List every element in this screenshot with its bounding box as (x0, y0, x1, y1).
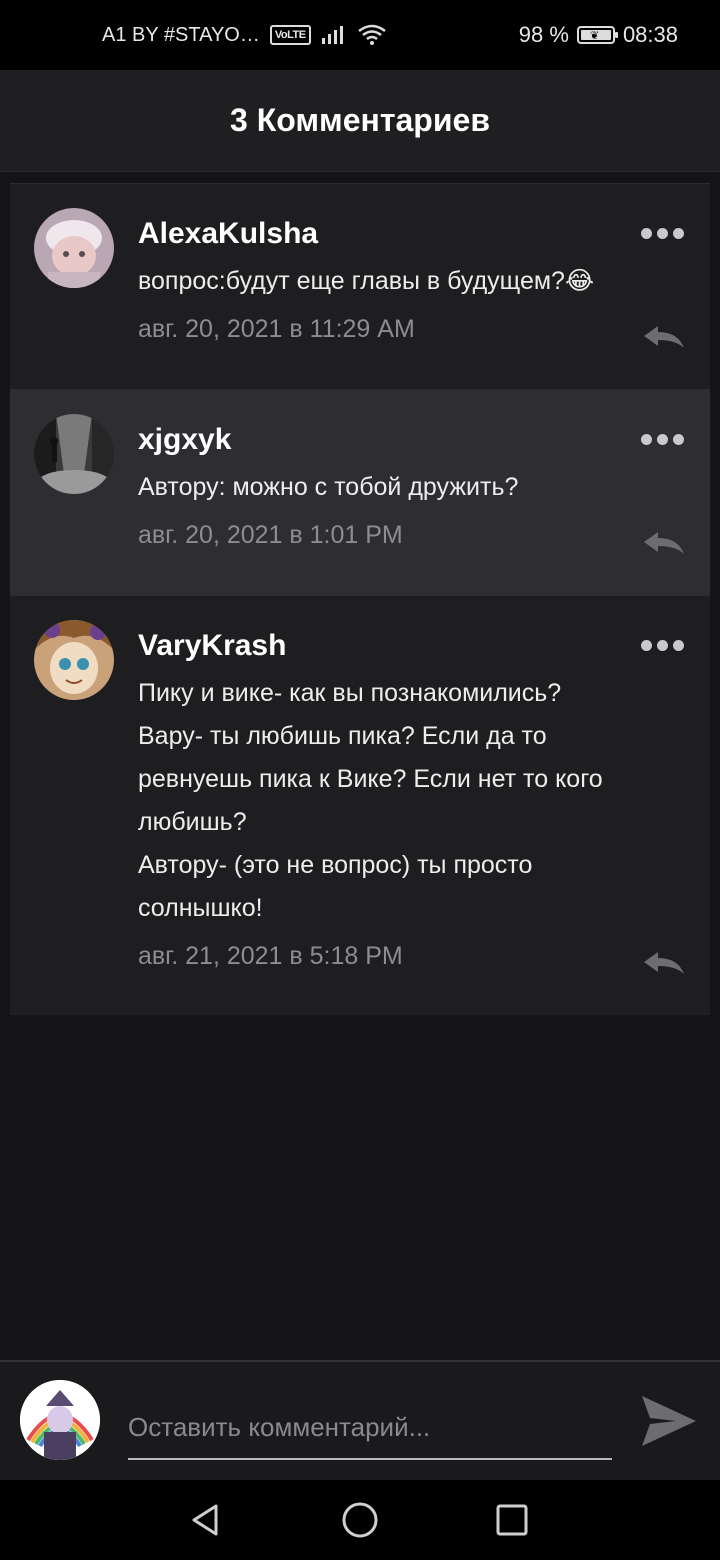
comment-text-line: солнышко! (138, 894, 263, 922)
comment-text: Автору: можно с тобой дружить? (138, 473, 519, 501)
carrier-label: A1 BY #STAYO… (102, 23, 260, 46)
nav-back-icon[interactable] (186, 1500, 226, 1540)
send-icon[interactable] (640, 1394, 698, 1448)
system-nav-bar (0, 1480, 720, 1560)
comment-item[interactable]: AlexaKulsha вопрос:будут еще главы в буд… (10, 183, 710, 389)
more-dots-icon[interactable] (641, 640, 684, 651)
clock: 08:38 (622, 22, 678, 47)
comment-list: AlexaKulsha вопрос:будут еще главы в буд… (10, 183, 710, 1015)
comment-date: авг. 21, 2021 в 5:18 PM (138, 942, 403, 970)
avatar[interactable] (34, 414, 114, 494)
comment-date: авг. 20, 2021 в 11:29 AM (138, 315, 415, 343)
volte-badge: VoLTE (269, 25, 311, 45)
reply-icon[interactable] (642, 530, 686, 556)
wifi-icon (357, 24, 386, 45)
my-avatar[interactable] (20, 1380, 100, 1460)
comments-header: 3 Комментариев (0, 70, 720, 172)
comment-text-line: Автору- (это не вопрос) ты просто (138, 851, 533, 879)
nav-recents-icon[interactable] (492, 1500, 532, 1540)
comment-text-line: Вару- ты любишь пика? Если да то (138, 722, 547, 750)
comment-text: Пику и вике- как вы познакомились? Вару-… (138, 672, 710, 930)
reply-icon[interactable] (642, 950, 686, 976)
comment-text-line: любишь? (138, 808, 247, 836)
comment-username[interactable]: AlexaKulsha (138, 214, 710, 254)
comment-text: вопрос:будут еще главы в будущем?😂 (138, 267, 595, 295)
more-dots-icon[interactable] (641, 228, 684, 239)
comment-username[interactable]: xjgxyk (138, 420, 710, 460)
comment-username[interactable]: VaryKrash (138, 626, 710, 666)
comment-input[interactable] (128, 1396, 612, 1460)
page-title: 3 Комментариев (230, 102, 490, 138)
battery-icon: ❦ (576, 26, 618, 44)
comment-date: авг. 20, 2021 в 1:01 PM (138, 521, 403, 549)
more-dots-icon[interactable] (641, 434, 684, 445)
battery-percent: 98 % (518, 22, 569, 47)
comment-item[interactable]: VaryKrash Пику и вике- как вы познакомил… (10, 595, 710, 1015)
avatar[interactable] (34, 620, 114, 700)
status-left: A1 BY #STAYO… VoLTE (102, 23, 387, 47)
nav-home-icon[interactable] (340, 1500, 380, 1540)
comment-text-line: Пику и вике- как вы познакомились? (138, 679, 562, 707)
comment-composer (0, 1360, 720, 1480)
reply-icon[interactable] (642, 324, 686, 350)
status-bar: A1 BY #STAYO… VoLTE 98 % ❦ 08:38 (0, 0, 720, 70)
comment-item[interactable]: xjgxyk Автору: можно с тобой дружить? ав… (10, 389, 710, 595)
comment-text-line: ревнуешь пика к Вике? Если нет то кого (138, 765, 603, 793)
status-right: 98 % ❦ 08:38 (519, 22, 678, 48)
signal-icon (321, 26, 343, 44)
avatar[interactable] (34, 208, 114, 288)
